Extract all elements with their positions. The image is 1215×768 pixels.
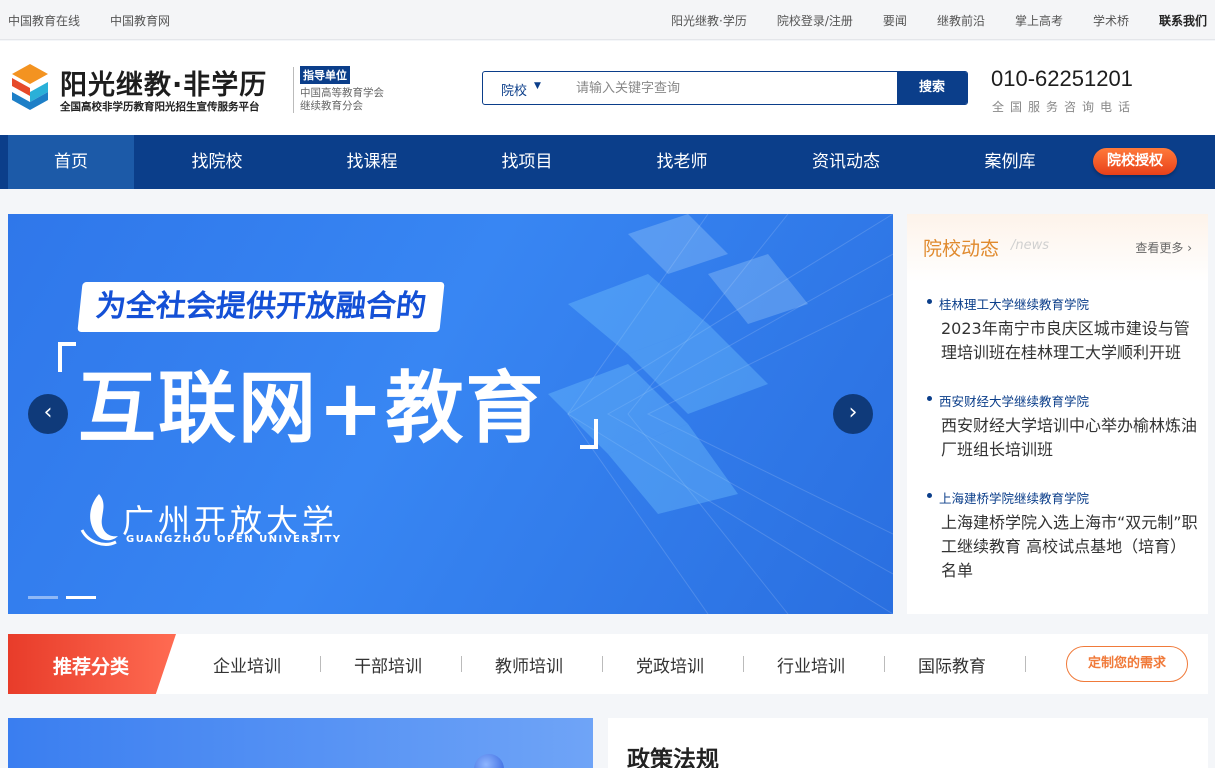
carousel-dot[interactable] [28,596,58,599]
nav-item-courses[interactable]: 找课程 [309,135,435,189]
news-item-title[interactable]: 西安财经大学培训中心举办榆林炼油厂班组长培训班 [915,414,1200,462]
category-divider [743,656,744,672]
category-international-education[interactable]: 国际教育 [918,652,986,677]
search-button[interactable]: 搜索 [897,72,967,104]
logo-divider [293,67,294,113]
top-link-eol[interactable]: 中国教育在线 [8,12,80,29]
top-link-contact[interactable]: 联系我们 [1159,12,1207,29]
carousel-next-button[interactable]: › [833,394,873,434]
banner-carousel[interactable]: 为全社会提供开放融合的 互联网+教育 广州开放大学 GUANGZHOU OPEN… [8,214,893,614]
right-bracket-decor [580,419,598,449]
category-cadre-training[interactable]: 干部培训 [354,652,422,677]
school-authorization-button[interactable]: 院校授权 [1093,148,1177,175]
category-teacher-training[interactable]: 教师培训 [495,652,563,677]
nav-item-projects[interactable]: 找项目 [464,135,590,189]
news-header: 院校动态 /news 查看更多 › [907,214,1208,282]
top-link-academic[interactable]: 学术桥 [1093,12,1129,29]
site-header: 阳光继教·非学历 全国高校非学历教育阳光招生宣传服务平台 指导单位 中国高等教育… [0,41,1215,135]
logo-title[interactable]: 阳光继教·非学历 [60,63,267,102]
guide-org-line1: 中国高等教育学会 [300,87,384,99]
guide-tag: 指导单位 [300,66,350,84]
category-divider [884,656,885,672]
category-divider [1025,656,1026,672]
search-input[interactable] [576,72,896,104]
news-item[interactable]: 西安财经大学继续教育学院 西安财经大学培训中心举办榆林炼油厂班组长培训班 [915,391,1200,462]
categories-title: 推荐分类 [53,656,130,678]
logo-icon[interactable] [8,62,52,112]
caret-down-icon[interactable]: ▼ [534,81,541,91]
recommended-categories-bar: 推荐分类 企业培训 干部培训 教师培训 党政培训 行业培训 国际教育 定制您的需… [8,634,1208,694]
category-divider [320,656,321,672]
category-industry-training[interactable]: 行业培训 [777,652,845,677]
university-name-en: GUANGZHOU OPEN UNIVERSITY [126,534,342,545]
top-bar-left-links: 中国教育在线 中国教育网 [8,12,170,29]
news-item-source[interactable]: 上海建桥学院继续教育学院 [915,488,1200,507]
top-link-gaokao[interactable]: 掌上高考 [1015,12,1063,29]
university-logo-icon [80,494,118,546]
policy-section: 政策法规 [608,718,1208,768]
banner-headline: 互联网+教育 [78,364,546,454]
logo-subtitle: 全国高校非学历教育阳光招生宣传服务平台 [60,101,260,113]
nav-item-news[interactable]: 资讯动态 [783,135,909,189]
guide-org-line2: 继续教育分会 [300,100,363,112]
search-scope-select[interactable]: 院校 [501,80,527,99]
decorative-sphere [474,754,504,768]
top-link-frontier[interactable]: 继教前沿 [937,12,985,29]
nav-item-cases[interactable]: 案例库 [947,135,1073,189]
carousel-dot-active[interactable] [66,596,96,599]
nav-item-teachers[interactable]: 找老师 [619,135,745,189]
top-link-login[interactable]: 院校登录/注册 [777,12,853,29]
carousel-prev-button[interactable]: ‹ [28,394,68,434]
category-party-training[interactable]: 党政培训 [636,652,704,677]
banner-tagline: 为全社会提供开放融合的 [77,282,445,332]
top-link-degree[interactable]: 阳光继教·学历 [671,12,747,29]
category-divider [461,656,462,672]
news-item[interactable]: 上海建桥学院继续教育学院 上海建桥学院入选上海市“双元制”职工继续教育 高校试点… [915,488,1200,583]
category-enterprise-training[interactable]: 企业培训 [213,652,281,677]
top-bar: 中国教育在线 中国教育网 阳光继教·学历 院校登录/注册 要闻 继教前沿 掌上高… [0,0,1215,40]
nav-item-schools[interactable]: 找院校 [154,135,280,189]
top-link-edu-net[interactable]: 中国教育网 [110,12,170,29]
left-bracket-decor [58,342,76,372]
customize-needs-button[interactable]: 定制您的需求 [1066,646,1188,682]
nav-item-home[interactable]: 首页 [8,135,134,189]
news-more-link[interactable]: 查看更多 › [1135,239,1192,256]
categories-header: 推荐分类 [8,634,176,694]
phone-number: 010-62251201 [991,66,1133,91]
top-link-news[interactable]: 要闻 [883,12,907,29]
carousel-indicators [28,596,96,599]
news-title-en: /news [1011,238,1050,253]
news-item-title[interactable]: 上海建桥学院入选上海市“双元制”职工继续教育 高校试点基地（培育）名单 [915,511,1200,583]
news-item-source[interactable]: 西安财经大学继续教育学院 [915,391,1200,410]
school-news-panel: 院校动态 /news 查看更多 › 桂林理工大学继续教育学院 2023年南宁市良… [907,214,1208,614]
bottom-left-banner[interactable] [8,718,593,768]
category-divider [602,656,603,672]
news-item-title[interactable]: 2023年南宁市良庆区城市建设与管理培训班在桂林理工大学顺利开班 [915,317,1200,365]
news-item-source[interactable]: 桂林理工大学继续教育学院 [915,294,1200,313]
policy-title: 政策法规 [627,747,719,768]
search-box: 院校 ▼ 搜索 [482,71,968,105]
phone-caption: 全国服务咨询电话 [992,100,1137,114]
main-nav: 首页 找院校 找课程 找项目 找老师 资讯动态 案例库 院校授权 [0,135,1215,189]
news-item[interactable]: 桂林理工大学继续教育学院 2023年南宁市良庆区城市建设与管理培训班在桂林理工大… [915,294,1200,365]
top-bar-right-links: 阳光继教·学历 院校登录/注册 要闻 继教前沿 掌上高考 学术桥 联系我们 [671,12,1207,29]
guide-org: 中国高等教育学会 继续教育分会 [300,87,384,113]
news-title: 院校动态 [923,238,1000,260]
